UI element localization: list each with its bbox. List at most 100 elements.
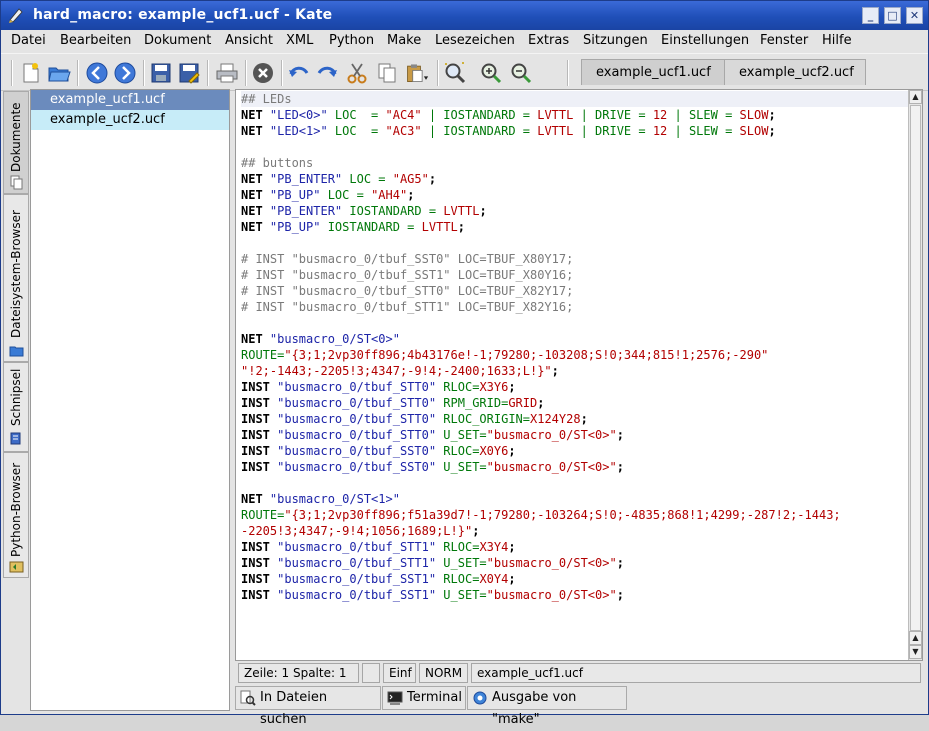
menu-hilfe[interactable]: Hilfe: [822, 33, 852, 48]
document-list-item[interactable]: example_ucf1.ucf: [31, 90, 229, 110]
maximize-button[interactable]: □: [884, 7, 901, 24]
open-folder-icon[interactable]: [47, 61, 71, 85]
side-tab-python-browser[interactable]: Python-Browser: [3, 452, 29, 578]
side-tab-dokumente[interactable]: Dokumente: [3, 91, 29, 194]
code-token: ## buttons: [241, 156, 314, 170]
code-token: LOC =: [320, 188, 372, 202]
code-line[interactable]: ## buttons: [241, 155, 909, 171]
code-line[interactable]: NET "busmacro_0/ST<0>": [241, 331, 909, 347]
code-line[interactable]: [241, 139, 909, 155]
back-arrow-icon[interactable]: [85, 61, 109, 85]
code-line[interactable]: INST "busmacro_0/tbuf_STT0" U_SET="busma…: [241, 427, 909, 443]
close-doc-icon[interactable]: [251, 61, 275, 85]
code-token: "PB_UP": [269, 188, 321, 202]
code-token: # INST "busmacro_0/tbuf_STT1" LOC=TBUF_X…: [241, 300, 574, 314]
tab-terminal[interactable]: Terminal: [382, 686, 466, 710]
code-line[interactable]: [241, 475, 909, 491]
toolbar-separator: [281, 60, 283, 86]
doc-tab-example-ucf2[interactable]: example_ucf2.ucf: [724, 59, 866, 85]
toolbar-separator: [77, 60, 79, 86]
document-list-item[interactable]: example_ucf2.ucf: [31, 110, 229, 130]
zoom-in-icon[interactable]: [479, 61, 503, 85]
side-tab-dateisystem-browser[interactable]: Dateisystem-Browser: [3, 194, 29, 362]
menu-lesezeichen[interactable]: Lesezeichen: [435, 33, 515, 48]
new-file-icon[interactable]: [19, 61, 43, 85]
code-token: U_SET=: [436, 588, 487, 602]
code-token: X0Y6: [479, 444, 509, 458]
menu-ansicht[interactable]: Ansicht: [225, 33, 273, 48]
redo-icon[interactable]: [315, 61, 339, 85]
menu-python[interactable]: Python: [329, 33, 374, 48]
tab-ausgabe-von-make[interactable]: Ausgabe von "make": [467, 686, 627, 727]
menu-fenster[interactable]: Fenster: [760, 33, 808, 48]
copy-icon[interactable]: [375, 61, 399, 85]
code-line[interactable]: # INST "busmacro_0/tbuf_SST0" LOC=TBUF_X…: [241, 251, 909, 267]
code-line[interactable]: INST "busmacro_0/tbuf_SST1" U_SET="busma…: [241, 587, 909, 603]
menu-make[interactable]: Make: [387, 33, 421, 48]
code-line[interactable]: ## LEDs: [241, 91, 909, 107]
menu-dokument[interactable]: Dokument: [144, 33, 211, 48]
scroll-up-arrow[interactable]: ▲: [909, 90, 922, 104]
code-line[interactable]: INST "busmacro_0/tbuf_STT1" RLOC=X3Y4;: [241, 539, 909, 555]
code-line[interactable]: INST "busmacro_0/tbuf_STT0" RPM_GRID=GRI…: [241, 395, 909, 411]
code-line[interactable]: NET "LED<1>" LOC = "AC3" | IOSTANDARD = …: [241, 123, 909, 139]
code-token: ;: [551, 364, 559, 378]
menu-datei[interactable]: Datei: [11, 33, 46, 48]
code-line[interactable]: INST "busmacro_0/tbuf_STT0" RLOC_ORIGIN=…: [241, 411, 909, 427]
code-line[interactable]: INST "busmacro_0/tbuf_STT1" U_SET="busma…: [241, 555, 909, 571]
save-icon[interactable]: [149, 61, 173, 85]
menu-sitzungen[interactable]: Sitzungen: [583, 33, 648, 48]
code-line[interactable]: NET "PB_UP" IOSTANDARD = LVTTL;: [241, 219, 909, 235]
code-line[interactable]: INST "busmacro_0/tbuf_SST0" U_SET="busma…: [241, 459, 909, 475]
editor-vertical-scrollbar[interactable]: ▲ ▲ ▼: [908, 90, 922, 660]
find-icon[interactable]: [443, 61, 467, 85]
code-token: NET: [241, 220, 270, 234]
doc-tab-example-ucf1[interactable]: example_ucf1.ucf: [581, 59, 725, 85]
code-line[interactable]: NET "PB_ENTER" LOC = "AG5";: [241, 171, 909, 187]
paste-icon[interactable]: [405, 61, 429, 85]
minimize-button[interactable]: _: [862, 7, 879, 24]
code-line[interactable]: INST "busmacro_0/tbuf_SST1" RLOC=X0Y4;: [241, 571, 909, 587]
cut-icon[interactable]: [345, 61, 369, 85]
code-token: RPM_GRID=: [436, 396, 509, 410]
close-window-button[interactable]: ✕: [906, 7, 923, 24]
code-token: ;: [508, 380, 516, 394]
code-line[interactable]: NET "PB_ENTER" IOSTANDARD = LVTTL;: [241, 203, 909, 219]
code-line[interactable]: NET "LED<0>" LOC = "AC4" | IOSTANDARD = …: [241, 107, 909, 123]
code-token: ;: [768, 108, 776, 122]
zoom-out-icon[interactable]: [509, 61, 533, 85]
code-line[interactable]: INST "busmacro_0/tbuf_SST0" RLOC=X0Y6;: [241, 443, 909, 459]
save-as-icon[interactable]: [177, 61, 201, 85]
code-line[interactable]: ROUTE="{3;1;2vp30ff896;4b43176e!-1;79280…: [241, 347, 909, 363]
code-line[interactable]: ROUTE="{3;1;2vp30ff896;f51a39d7!-1;79280…: [241, 507, 909, 523]
scroll-down-arrow[interactable]: ▼: [909, 645, 922, 659]
code-line[interactable]: [241, 235, 909, 251]
menu-einstellungen[interactable]: Einstellungen: [661, 33, 749, 48]
code-editor[interactable]: ## LEDs NET "LED<0>" LOC = "AC4" | IOSTAN…: [235, 89, 923, 661]
undo-icon[interactable]: [287, 61, 311, 85]
menu-xml[interactable]: XML: [286, 33, 313, 48]
code-token: "PB_ENTER": [269, 172, 343, 186]
code-line[interactable]: # INST "busmacro_0/tbuf_SST1" LOC=TBUF_X…: [241, 267, 909, 283]
code-line[interactable]: # INST "busmacro_0/tbuf_STT1" LOC=TBUF_X…: [241, 299, 909, 315]
scrollbar-thumb[interactable]: [910, 105, 921, 631]
scroll-up-arrow-lower[interactable]: ▲: [909, 631, 922, 645]
code-line[interactable]: INST "busmacro_0/tbuf_STT0" RLOC=X3Y6;: [241, 379, 909, 395]
menu-bearbeiten[interactable]: Bearbeiten: [60, 33, 131, 48]
code-token: "!2;-1443;-2205!3;4347;-9!4;-2400;1633;L…: [241, 364, 552, 378]
code-line[interactable]: [241, 315, 909, 331]
code-line[interactable]: NET "busmacro_0/ST<1>": [241, 491, 909, 507]
menu-extras[interactable]: Extras: [528, 33, 569, 48]
print-icon[interactable]: [215, 61, 239, 85]
code-token: RLOC=: [436, 444, 480, 458]
code-line[interactable]: NET "PB_UP" LOC = "AH4";: [241, 187, 909, 203]
forward-arrow-icon[interactable]: [113, 61, 137, 85]
side-tab-schnipsel[interactable]: Schnipsel: [3, 362, 29, 452]
code-token: INST: [241, 396, 278, 410]
code-line[interactable]: "!2;-1443;-2205!3;4347;-9!4;-2400;1633;L…: [241, 363, 909, 379]
tab-in-dateien-suchen[interactable]: In Dateien suchen: [235, 686, 381, 727]
code-line[interactable]: # INST "busmacro_0/tbuf_STT0" LOC=TBUF_X…: [241, 283, 909, 299]
code-content[interactable]: ## LEDs NET "LED<0>" LOC = "AC4" | IOSTAN…: [241, 91, 909, 603]
code-token: NET: [241, 108, 270, 122]
code-line[interactable]: -2205!3;4347;-9!4;1056;1689;L!}";: [241, 523, 909, 539]
